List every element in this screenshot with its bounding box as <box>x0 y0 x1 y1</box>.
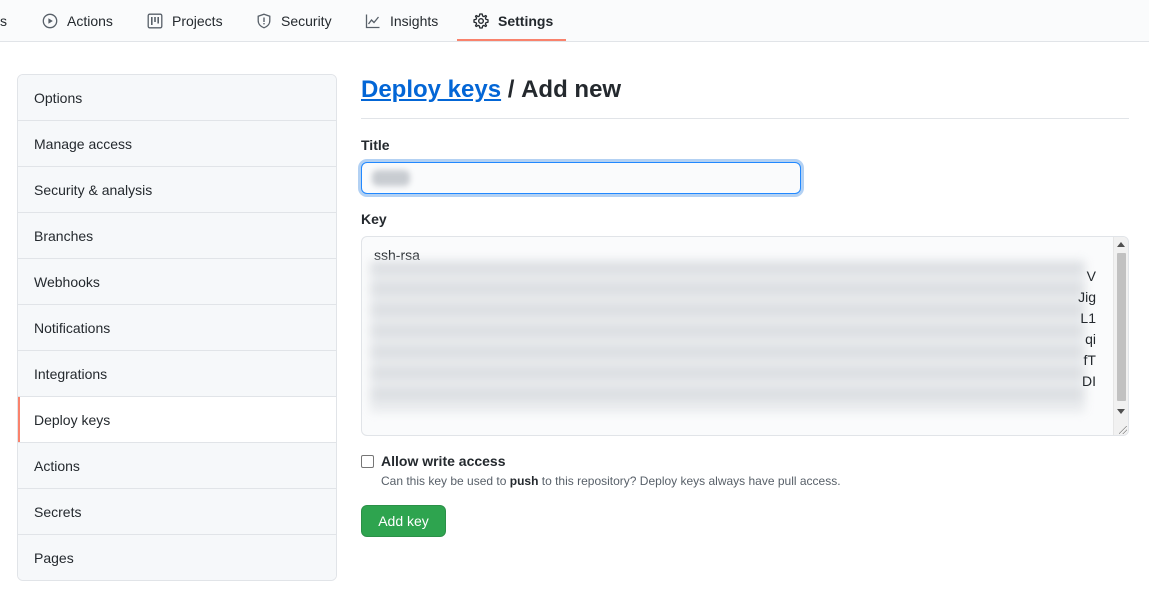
sidebar-item-security-analysis[interactable]: Security & analysis <box>18 167 336 213</box>
sidebar-item-label: Deploy keys <box>34 411 111 428</box>
scroll-down-arrow-icon[interactable] <box>1117 409 1125 414</box>
redacted-title-value <box>372 170 410 186</box>
sidebar-item-options[interactable]: Options <box>18 75 336 121</box>
key-line-tail: DI <box>1082 373 1096 389</box>
tab-actions[interactable]: Actions <box>42 0 113 42</box>
deploy-keys-link[interactable]: Deploy keys <box>361 76 501 104</box>
tab-projects[interactable]: Projects <box>147 0 223 42</box>
tab-actions-label: Actions <box>67 13 113 29</box>
note-text-bold: push <box>509 474 539 488</box>
shield-icon <box>256 13 272 29</box>
sidebar-item-label: Options <box>34 89 83 106</box>
allow-write-label[interactable]: Allow write access <box>381 453 506 469</box>
redacted-key-content <box>370 261 1085 411</box>
tab-settings-label: Settings <box>498 13 554 29</box>
sidebar-item-actions[interactable]: Actions <box>18 443 336 489</box>
note-text-pre: Can this key be used to <box>381 474 510 488</box>
sidebar-item-secrets[interactable]: Secrets <box>18 489 336 535</box>
title-input[interactable] <box>361 162 801 194</box>
key-line-tail: qi <box>1085 331 1096 347</box>
sidebar-item-label: Actions <box>34 457 80 474</box>
sidebar-item-notifications[interactable]: Notifications <box>18 305 336 351</box>
sidebar-item-integrations[interactable]: Integrations <box>18 351 336 397</box>
key-textarea[interactable]: ssh-rsa V Jig L1 qi fT DI <box>361 236 1129 436</box>
gear-icon <box>473 13 489 29</box>
graph-icon <box>365 13 381 29</box>
key-label: Key <box>361 211 387 227</box>
sidebar-item-branches[interactable]: Branches <box>18 213 336 259</box>
tab-projects-label: Projects <box>172 13 223 29</box>
sidebar-item-label: Branches <box>34 227 94 244</box>
sidebar-item-label: Pages <box>34 550 74 566</box>
sidebar-item-pages[interactable]: Pages <box>18 535 336 580</box>
selected-tab-indicator <box>457 39 566 41</box>
sidebar-item-label: Notifications <box>34 319 111 336</box>
key-line-tail: L1 <box>1080 310 1096 326</box>
repo-nav-tabs: s Actions Projects Security Insights Set… <box>0 0 1149 42</box>
sidebar-item-label: Integrations <box>34 365 108 382</box>
allow-write-checkbox[interactable] <box>361 455 374 468</box>
tab-insights[interactable]: Insights <box>365 0 438 42</box>
tab-settings[interactable]: Settings <box>473 0 553 42</box>
key-line-tail: V <box>1086 268 1096 284</box>
allow-write-note: Can this key be used to push to this rep… <box>381 474 841 488</box>
sidebar-item-deploy-keys[interactable]: Deploy keys <box>18 397 336 443</box>
scroll-thumb[interactable] <box>1117 253 1126 401</box>
heading-separator: / <box>501 76 522 103</box>
settings-sidebar: Options Manage access Security & analysi… <box>17 74 337 581</box>
page-title: Deploy keys / Add new <box>361 76 1129 119</box>
resize-grip-icon[interactable] <box>1119 426 1127 434</box>
key-scrollbar[interactable] <box>1113 237 1128 435</box>
play-icon <box>42 13 58 29</box>
sidebar-item-label: Webhooks <box>34 273 100 290</box>
sidebar-item-manage-access[interactable]: Manage access <box>18 121 336 167</box>
sidebar-item-label: Security & analysis <box>34 181 153 198</box>
key-line-tail: fT <box>1083 352 1096 368</box>
sidebar-item-label: Manage access <box>34 135 133 152</box>
tab-code[interactable]: s <box>0 0 7 42</box>
tab-code-label: s <box>0 13 7 29</box>
scroll-up-arrow-icon[interactable] <box>1117 242 1125 247</box>
title-label: Title <box>361 137 390 153</box>
project-icon <box>147 13 163 29</box>
key-line-tail: Jig <box>1078 289 1096 305</box>
heading-add-new: Add new <box>521 76 622 103</box>
sidebar-item-label: Secrets <box>34 503 82 520</box>
tab-insights-label: Insights <box>390 13 439 29</box>
sidebar-item-webhooks[interactable]: Webhooks <box>18 259 336 305</box>
note-text-post: to this repository? Deploy keys always h… <box>538 474 841 488</box>
add-key-button[interactable]: Add key <box>361 505 446 537</box>
tab-security-label: Security <box>281 13 332 29</box>
tab-security[interactable]: Security <box>256 0 332 42</box>
